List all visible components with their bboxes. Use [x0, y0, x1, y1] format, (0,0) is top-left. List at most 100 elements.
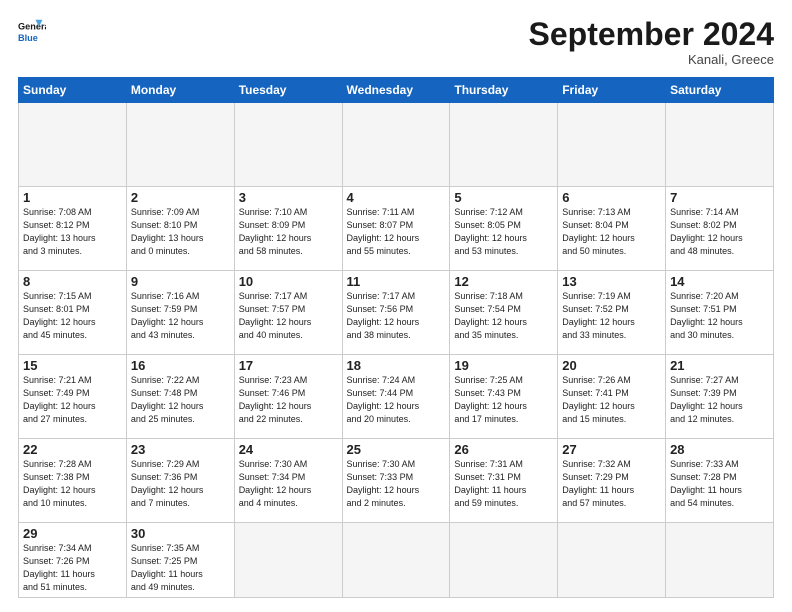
day-number: 23 [131, 442, 230, 457]
day-info: Sunrise: 7:12 AM Sunset: 8:05 PM Dayligh… [454, 206, 553, 258]
calendar-table: SundayMondayTuesdayWednesdayThursdayFrid… [18, 77, 774, 598]
day-info: Sunrise: 7:17 AM Sunset: 7:56 PM Dayligh… [347, 290, 446, 342]
calendar-body: 1Sunrise: 7:08 AM Sunset: 8:12 PM Daylig… [19, 103, 774, 598]
day-info: Sunrise: 7:31 AM Sunset: 7:31 PM Dayligh… [454, 458, 553, 510]
calendar-cell [234, 523, 342, 598]
day-info: Sunrise: 7:23 AM Sunset: 7:46 PM Dayligh… [239, 374, 338, 426]
calendar-cell [450, 523, 558, 598]
day-number: 22 [23, 442, 122, 457]
day-info: Sunrise: 7:18 AM Sunset: 7:54 PM Dayligh… [454, 290, 553, 342]
calendar-week-row: 15Sunrise: 7:21 AM Sunset: 7:49 PM Dayli… [19, 355, 774, 439]
calendar-cell: 3Sunrise: 7:10 AM Sunset: 8:09 PM Daylig… [234, 187, 342, 271]
day-number: 24 [239, 442, 338, 457]
calendar-cell: 5Sunrise: 7:12 AM Sunset: 8:05 PM Daylig… [450, 187, 558, 271]
calendar-cell: 16Sunrise: 7:22 AM Sunset: 7:48 PM Dayli… [126, 355, 234, 439]
calendar-cell: 20Sunrise: 7:26 AM Sunset: 7:41 PM Dayli… [558, 355, 666, 439]
day-number: 8 [23, 274, 122, 289]
calendar-week-row: 1Sunrise: 7:08 AM Sunset: 8:12 PM Daylig… [19, 187, 774, 271]
calendar-cell: 23Sunrise: 7:29 AM Sunset: 7:36 PM Dayli… [126, 439, 234, 523]
calendar-cell: 24Sunrise: 7:30 AM Sunset: 7:34 PM Dayli… [234, 439, 342, 523]
day-info: Sunrise: 7:10 AM Sunset: 8:09 PM Dayligh… [239, 206, 338, 258]
day-info: Sunrise: 7:29 AM Sunset: 7:36 PM Dayligh… [131, 458, 230, 510]
day-info: Sunrise: 7:22 AM Sunset: 7:48 PM Dayligh… [131, 374, 230, 426]
day-number: 13 [562, 274, 661, 289]
day-number: 21 [670, 358, 769, 373]
day-info: Sunrise: 7:14 AM Sunset: 8:02 PM Dayligh… [670, 206, 769, 258]
calendar-day-header: Monday [126, 78, 234, 103]
day-number: 20 [562, 358, 661, 373]
calendar-day-header: Tuesday [234, 78, 342, 103]
calendar-cell: 9Sunrise: 7:16 AM Sunset: 7:59 PM Daylig… [126, 271, 234, 355]
day-info: Sunrise: 7:24 AM Sunset: 7:44 PM Dayligh… [347, 374, 446, 426]
calendar-cell: 14Sunrise: 7:20 AM Sunset: 7:51 PM Dayli… [666, 271, 774, 355]
calendar-cell: 27Sunrise: 7:32 AM Sunset: 7:29 PM Dayli… [558, 439, 666, 523]
calendar-day-header: Wednesday [342, 78, 450, 103]
calendar-cell [450, 103, 558, 187]
title-block: September 2024 Kanali, Greece [529, 18, 774, 67]
calendar-cell: 18Sunrise: 7:24 AM Sunset: 7:44 PM Dayli… [342, 355, 450, 439]
day-number: 1 [23, 190, 122, 205]
calendar-cell: 10Sunrise: 7:17 AM Sunset: 7:57 PM Dayli… [234, 271, 342, 355]
day-number: 28 [670, 442, 769, 457]
day-number: 17 [239, 358, 338, 373]
day-info: Sunrise: 7:35 AM Sunset: 7:25 PM Dayligh… [131, 542, 230, 594]
calendar-cell: 1Sunrise: 7:08 AM Sunset: 8:12 PM Daylig… [19, 187, 127, 271]
day-number: 29 [23, 526, 122, 541]
day-number: 10 [239, 274, 338, 289]
day-info: Sunrise: 7:30 AM Sunset: 7:33 PM Dayligh… [347, 458, 446, 510]
calendar-cell: 29Sunrise: 7:34 AM Sunset: 7:26 PM Dayli… [19, 523, 127, 598]
calendar-cell [234, 103, 342, 187]
calendar-cell [558, 523, 666, 598]
day-info: Sunrise: 7:08 AM Sunset: 8:12 PM Dayligh… [23, 206, 122, 258]
calendar-day-header: Saturday [666, 78, 774, 103]
day-number: 16 [131, 358, 230, 373]
calendar-day-header: Friday [558, 78, 666, 103]
svg-text:Blue: Blue [18, 33, 38, 43]
calendar-cell: 2Sunrise: 7:09 AM Sunset: 8:10 PM Daylig… [126, 187, 234, 271]
calendar-cell: 6Sunrise: 7:13 AM Sunset: 8:04 PM Daylig… [558, 187, 666, 271]
calendar-cell [558, 103, 666, 187]
calendar-cell [342, 103, 450, 187]
day-info: Sunrise: 7:28 AM Sunset: 7:38 PM Dayligh… [23, 458, 122, 510]
day-info: Sunrise: 7:33 AM Sunset: 7:28 PM Dayligh… [670, 458, 769, 510]
header: General Blue September 2024 Kanali, Gree… [18, 18, 774, 67]
calendar-cell: 8Sunrise: 7:15 AM Sunset: 8:01 PM Daylig… [19, 271, 127, 355]
logo-icon: General Blue [18, 18, 46, 46]
calendar-cell: 21Sunrise: 7:27 AM Sunset: 7:39 PM Dayli… [666, 355, 774, 439]
calendar-cell: 13Sunrise: 7:19 AM Sunset: 7:52 PM Dayli… [558, 271, 666, 355]
day-info: Sunrise: 7:26 AM Sunset: 7:41 PM Dayligh… [562, 374, 661, 426]
calendar-cell [19, 103, 127, 187]
calendar-cell: 30Sunrise: 7:35 AM Sunset: 7:25 PM Dayli… [126, 523, 234, 598]
svg-text:General: General [18, 21, 46, 31]
calendar-week-row: 8Sunrise: 7:15 AM Sunset: 8:01 PM Daylig… [19, 271, 774, 355]
day-info: Sunrise: 7:21 AM Sunset: 7:49 PM Dayligh… [23, 374, 122, 426]
calendar-page: General Blue September 2024 Kanali, Gree… [0, 0, 792, 612]
calendar-cell: 19Sunrise: 7:25 AM Sunset: 7:43 PM Dayli… [450, 355, 558, 439]
calendar-cell: 11Sunrise: 7:17 AM Sunset: 7:56 PM Dayli… [342, 271, 450, 355]
day-info: Sunrise: 7:16 AM Sunset: 7:59 PM Dayligh… [131, 290, 230, 342]
calendar-week-row: 29Sunrise: 7:34 AM Sunset: 7:26 PM Dayli… [19, 523, 774, 598]
calendar-cell: 25Sunrise: 7:30 AM Sunset: 7:33 PM Dayli… [342, 439, 450, 523]
day-number: 11 [347, 274, 446, 289]
calendar-week-row [19, 103, 774, 187]
day-info: Sunrise: 7:15 AM Sunset: 8:01 PM Dayligh… [23, 290, 122, 342]
calendar-cell: 12Sunrise: 7:18 AM Sunset: 7:54 PM Dayli… [450, 271, 558, 355]
month-title: September 2024 [529, 18, 774, 50]
location: Kanali, Greece [529, 52, 774, 67]
calendar-cell: 15Sunrise: 7:21 AM Sunset: 7:49 PM Dayli… [19, 355, 127, 439]
day-info: Sunrise: 7:34 AM Sunset: 7:26 PM Dayligh… [23, 542, 122, 594]
day-number: 14 [670, 274, 769, 289]
day-number: 18 [347, 358, 446, 373]
day-number: 2 [131, 190, 230, 205]
day-info: Sunrise: 7:17 AM Sunset: 7:57 PM Dayligh… [239, 290, 338, 342]
day-info: Sunrise: 7:32 AM Sunset: 7:29 PM Dayligh… [562, 458, 661, 510]
day-number: 6 [562, 190, 661, 205]
calendar-cell: 7Sunrise: 7:14 AM Sunset: 8:02 PM Daylig… [666, 187, 774, 271]
calendar-cell [666, 523, 774, 598]
calendar-day-header: Thursday [450, 78, 558, 103]
day-info: Sunrise: 7:20 AM Sunset: 7:51 PM Dayligh… [670, 290, 769, 342]
calendar-header-row: SundayMondayTuesdayWednesdayThursdayFrid… [19, 78, 774, 103]
day-number: 4 [347, 190, 446, 205]
day-number: 30 [131, 526, 230, 541]
day-number: 5 [454, 190, 553, 205]
